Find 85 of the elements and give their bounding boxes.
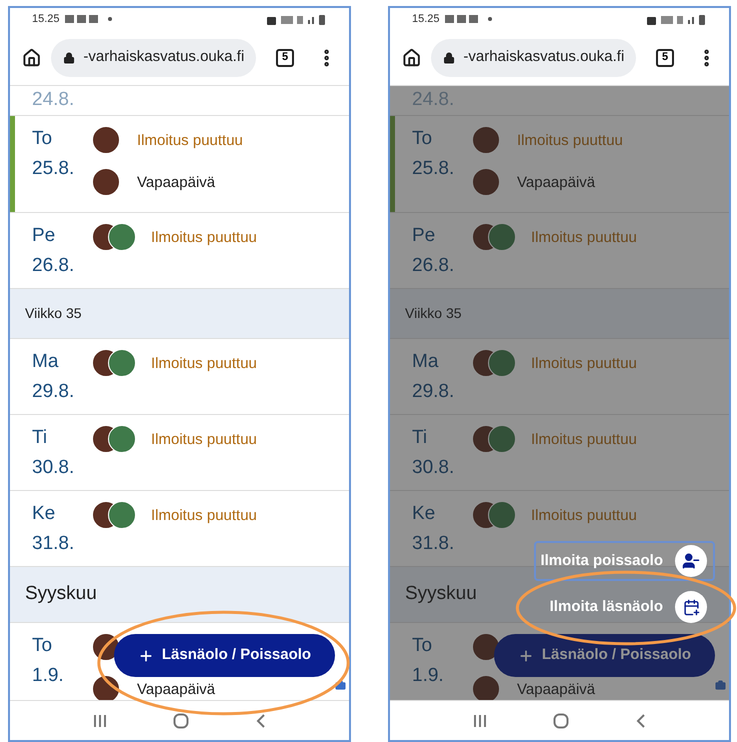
plus-icon [138, 648, 154, 664]
date-label: 31.8. [32, 532, 76, 556]
weekday-label: Ke [32, 502, 56, 526]
avatar [488, 501, 516, 529]
week-label: Viikko 35 [25, 304, 82, 323]
date-label: 26.8. [412, 254, 456, 278]
system-status-icons [267, 14, 327, 24]
lock-icon [443, 50, 456, 64]
avatar [108, 501, 136, 529]
briefcase-icon [335, 680, 346, 691]
avatar [472, 168, 500, 196]
attendance-status: Ilmoitus puuttuu [531, 432, 637, 446]
address-bar[interactable]: -varhaiskasvatus.ouka.fi [431, 38, 636, 76]
weekday-label: Ti [32, 426, 48, 450]
weekday-label: Ti [412, 426, 428, 450]
back-icon[interactable] [636, 712, 646, 728]
tab-count[interactable]: 5 [276, 48, 294, 66]
home-icon[interactable] [22, 48, 42, 68]
avatar [472, 633, 500, 661]
status-time: 15.25 [32, 12, 60, 27]
home-button-icon[interactable] [553, 712, 570, 728]
weekday-label: Pe [412, 224, 436, 248]
date-label: 1.9. [32, 664, 65, 688]
month-label: Syyskuu [25, 582, 97, 606]
weekday-label: Ke [412, 502, 436, 526]
attendance-status: Ilmoitus puuttuu [151, 508, 257, 522]
attendance-status: Ilmoitus puuttuu [137, 132, 243, 148]
avatar [488, 223, 516, 251]
attendance-status: Ilmoitus puuttuu [531, 508, 637, 522]
weekday-label: To [412, 634, 434, 658]
attendance-status: Vapaapäivä [517, 174, 596, 190]
avatar [108, 223, 136, 251]
home-icon[interactable] [402, 48, 422, 68]
system-status-icons [647, 14, 707, 24]
tab-count[interactable]: 5 [656, 48, 674, 66]
date-label: 24.8. [32, 90, 74, 109]
date-label: 1.9. [412, 664, 445, 688]
home-button-icon[interactable] [173, 712, 190, 728]
plus-icon [518, 648, 534, 664]
date-label: 25.8. [32, 157, 76, 181]
dot-icon [488, 17, 492, 21]
weekday-label: To [412, 127, 434, 151]
avatar [92, 168, 120, 196]
weekday-label: Ma [412, 350, 440, 374]
briefcase-icon [715, 680, 726, 691]
attendance-status: Ilmoitus puuttuu [517, 132, 623, 148]
week-label: Viikko 35 [405, 304, 462, 323]
attendance-status: Ilmoitus puuttuu [151, 432, 257, 446]
month-label: Syyskuu [405, 582, 477, 606]
date-label: 30.8. [32, 456, 76, 480]
date-label: 29.8. [32, 380, 76, 404]
avatar [108, 349, 136, 377]
weekday-label: Ma [32, 350, 60, 374]
weekday-label: To [32, 127, 54, 151]
date-label: 26.8. [32, 254, 76, 278]
calendar-plus-icon [682, 598, 700, 616]
date-label: 30.8. [412, 456, 456, 480]
date-label: 25.8. [412, 157, 456, 181]
attendance-status: Vapaapäivä [137, 682, 216, 696]
attendance-status: Ilmoitus puuttuu [151, 230, 257, 244]
weekday-label: To [32, 634, 54, 658]
dot-icon [108, 17, 112, 21]
attendance-status: Vapaapäivä [517, 682, 596, 696]
back-icon[interactable] [256, 712, 266, 728]
avatar [92, 126, 120, 154]
address-bar[interactable]: -varhaiskasvatus.ouka.fi [51, 38, 256, 76]
lock-icon [63, 50, 76, 64]
attendance-status: Vapaapäivä [137, 174, 216, 190]
avatar [488, 425, 516, 453]
status-time: 15.25 [412, 12, 440, 27]
avatar [108, 425, 136, 453]
attendance-status: Ilmoitus puuttuu [531, 356, 637, 370]
person-minus-icon [682, 552, 700, 570]
avatar [488, 349, 516, 377]
attendance-button[interactable]: Läsnäolo / Poissaolo [114, 634, 335, 677]
date-label: 29.8. [412, 380, 456, 404]
weekday-label: Pe [32, 224, 56, 248]
attendance-button[interactable]: Läsnäolo / Poissaolo [494, 634, 715, 677]
attendance-status: Ilmoitus puuttuu [531, 230, 637, 244]
recent-apps-icon[interactable] [93, 714, 108, 728]
attendance-status: Ilmoitus puuttuu [151, 356, 257, 370]
date-label: 24.8. [412, 90, 454, 109]
date-label: 31.8. [412, 532, 456, 556]
avatar [472, 126, 500, 154]
recent-apps-icon[interactable] [473, 714, 488, 728]
